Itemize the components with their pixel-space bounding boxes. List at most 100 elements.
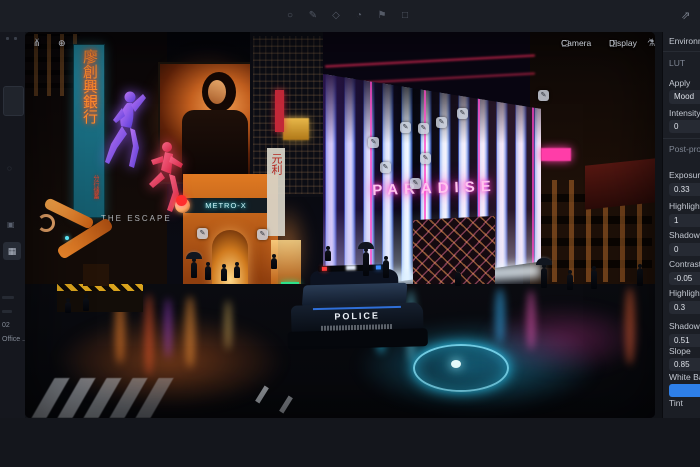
light-gizmo-icon[interactable]: ✎ xyxy=(368,137,379,148)
pedestrian xyxy=(65,302,71,313)
scene-gold-sign xyxy=(283,118,309,140)
scene-thumbnail[interactable] xyxy=(3,86,24,116)
light-gizmo-icon[interactable]: ✎ xyxy=(436,117,447,128)
intensity-input[interactable]: 0 xyxy=(669,120,700,133)
pedestrian-umbrella xyxy=(363,252,369,276)
white-balance-label: White Balance xyxy=(669,372,700,382)
light-gizmo-icon[interactable]: ✎ xyxy=(538,90,549,101)
pedestrian-umbrella xyxy=(541,268,547,288)
contrast-input[interactable]: -0.05 xyxy=(669,272,700,285)
scene-red-lantern xyxy=(176,195,187,206)
grid-snap-icon[interactable]: ▦ xyxy=(3,242,21,260)
scene-car-bumper xyxy=(288,328,428,350)
scene-lightbar-glint xyxy=(346,265,356,270)
camera-small-icon[interactable]: ▣ xyxy=(7,220,15,229)
app-window: ○ ✎ ◇ ◔ ⚑ □ ⇗ ◌ ▣ ▦ 02 Office ... xyxy=(0,0,700,467)
scene-robot-claw xyxy=(37,214,55,232)
pedestrian xyxy=(234,266,240,278)
slope-input[interactable]: 0.85 xyxy=(669,358,700,371)
highlights2-input[interactable]: 0.3 xyxy=(669,301,700,314)
intensity-label: Intensity xyxy=(669,108,700,118)
light-gizmo-icon[interactable]: ✎ xyxy=(380,162,391,173)
slope-label: Slope xyxy=(669,346,691,356)
pedestrian xyxy=(455,272,461,286)
layer-item-truncated[interactable] xyxy=(2,310,12,313)
pedestrian-umbrella xyxy=(191,262,197,278)
pen-tool-icon[interactable]: ✎ xyxy=(306,9,320,23)
white-balance-swatch[interactable] xyxy=(669,384,700,397)
layer-item-truncated[interactable] xyxy=(2,296,14,299)
pedestrian xyxy=(383,260,389,278)
pedestrian xyxy=(205,266,211,280)
chevron-down-icon: ˅ xyxy=(35,38,39,45)
light-tool-icon[interactable]: ○ xyxy=(283,9,297,23)
divider xyxy=(663,51,700,52)
sidebar-gear-icon[interactable]: ◌ xyxy=(7,164,12,173)
tint-label: Tint xyxy=(669,398,683,408)
pedestrian xyxy=(637,268,643,286)
scene-streak xyxy=(145,294,153,376)
camera-button-label: Camera xyxy=(561,38,591,48)
layer-item-office[interactable]: Office ... xyxy=(2,336,25,343)
display-button-label: Display xyxy=(609,38,637,48)
exposure-input[interactable]: 0.33 xyxy=(669,183,700,196)
chevron-down-icon: ˅ xyxy=(649,38,653,45)
scene-escape-sign: THE ESCAPE xyxy=(101,214,172,223)
lasso-tool-icon[interactable]: ◔ xyxy=(352,9,366,23)
scene-fountain-ring xyxy=(413,344,509,392)
light-gizmo-icon[interactable]: ✎ xyxy=(420,153,431,164)
top-toolbar: ○ ✎ ◇ ◔ ⚑ □ ⇗ xyxy=(0,0,700,32)
scene-streak xyxy=(495,288,505,343)
sidebar-dot xyxy=(6,37,9,40)
panel-header: Environment xyxy=(669,36,700,46)
scene-streak xyxy=(165,298,171,358)
scene-lightbar-blue xyxy=(376,265,381,269)
bottom-bar: a FOV (Horizontal) 59.7° ↔ Focal Length … xyxy=(0,418,700,467)
exposure-label: Exposure xyxy=(669,170,700,180)
light-gizmo-icon[interactable]: ✎ xyxy=(197,228,208,239)
pedestrian xyxy=(271,258,277,269)
shadows2-label: Shadows xyxy=(669,321,700,331)
export-icon[interactable]: ⇗ xyxy=(681,9,690,22)
flag-tool-icon[interactable]: ⚑ xyxy=(375,9,389,23)
scene-streak xyxy=(185,296,195,368)
light-gizmo-icon[interactable]: ✎ xyxy=(410,178,421,189)
lut-section-title: LUT xyxy=(669,58,685,68)
shadows-label: Shadows xyxy=(669,230,700,240)
layer-item-02[interactable]: 02 xyxy=(2,322,10,329)
light-gizmo-icon[interactable]: ✎ xyxy=(400,122,411,133)
scene-yuanli-sign: 元利 xyxy=(267,148,285,236)
scene-streak xyxy=(527,290,535,350)
lut-select[interactable]: Mood xyxy=(669,90,700,104)
light-gizmo-icon[interactable]: ✎ xyxy=(257,229,268,240)
scene-police-car: POLICE xyxy=(286,266,428,354)
toolbar-tool-group: ○ ✎ ◇ ◔ ⚑ □ xyxy=(283,9,412,23)
pedestrian xyxy=(591,270,597,289)
scene-billboard-jacket xyxy=(182,110,248,180)
light-gizmo-icon[interactable]: ✎ xyxy=(457,108,468,119)
divider xyxy=(663,138,700,139)
viewport-canvas[interactable]: 廖創興銀行 分行儲蓄 xyxy=(25,32,655,418)
scene-awning xyxy=(585,158,655,210)
shadows-input[interactable]: 0 xyxy=(669,243,700,256)
pedestrian xyxy=(221,268,227,281)
left-sidebar-clipped: ◌ ▣ ▦ 02 Office ... xyxy=(0,32,25,418)
scene-robot-joint-light xyxy=(65,236,69,240)
scene-lightbar-red xyxy=(322,267,327,271)
right-panel-clipped: Environment LUT Apply Mood Intensity 0 P… xyxy=(662,32,700,418)
scene-metro-doorway xyxy=(212,230,248,292)
sidebar-dot xyxy=(14,37,17,40)
highlights-input[interactable]: 1 xyxy=(669,214,700,227)
apply-label: Apply xyxy=(669,78,690,88)
globe-icon: ⊕ xyxy=(58,38,66,49)
scene-red-strip-sign xyxy=(275,90,284,132)
scene-billboard-face xyxy=(208,80,226,104)
highlights2-label: Highlights xyxy=(669,288,700,298)
scene-fountain-light xyxy=(451,360,461,368)
scene-bank-sign-text: 廖創興銀行 xyxy=(74,49,104,124)
vector-tool-icon[interactable]: ◇ xyxy=(329,9,343,23)
scene-police-text: POLICE xyxy=(311,310,403,322)
light-gizmo-icon[interactable]: ✎ xyxy=(418,123,429,134)
shape-tool-icon[interactable]: □ xyxy=(398,9,412,23)
scene-streak xyxy=(225,300,231,350)
